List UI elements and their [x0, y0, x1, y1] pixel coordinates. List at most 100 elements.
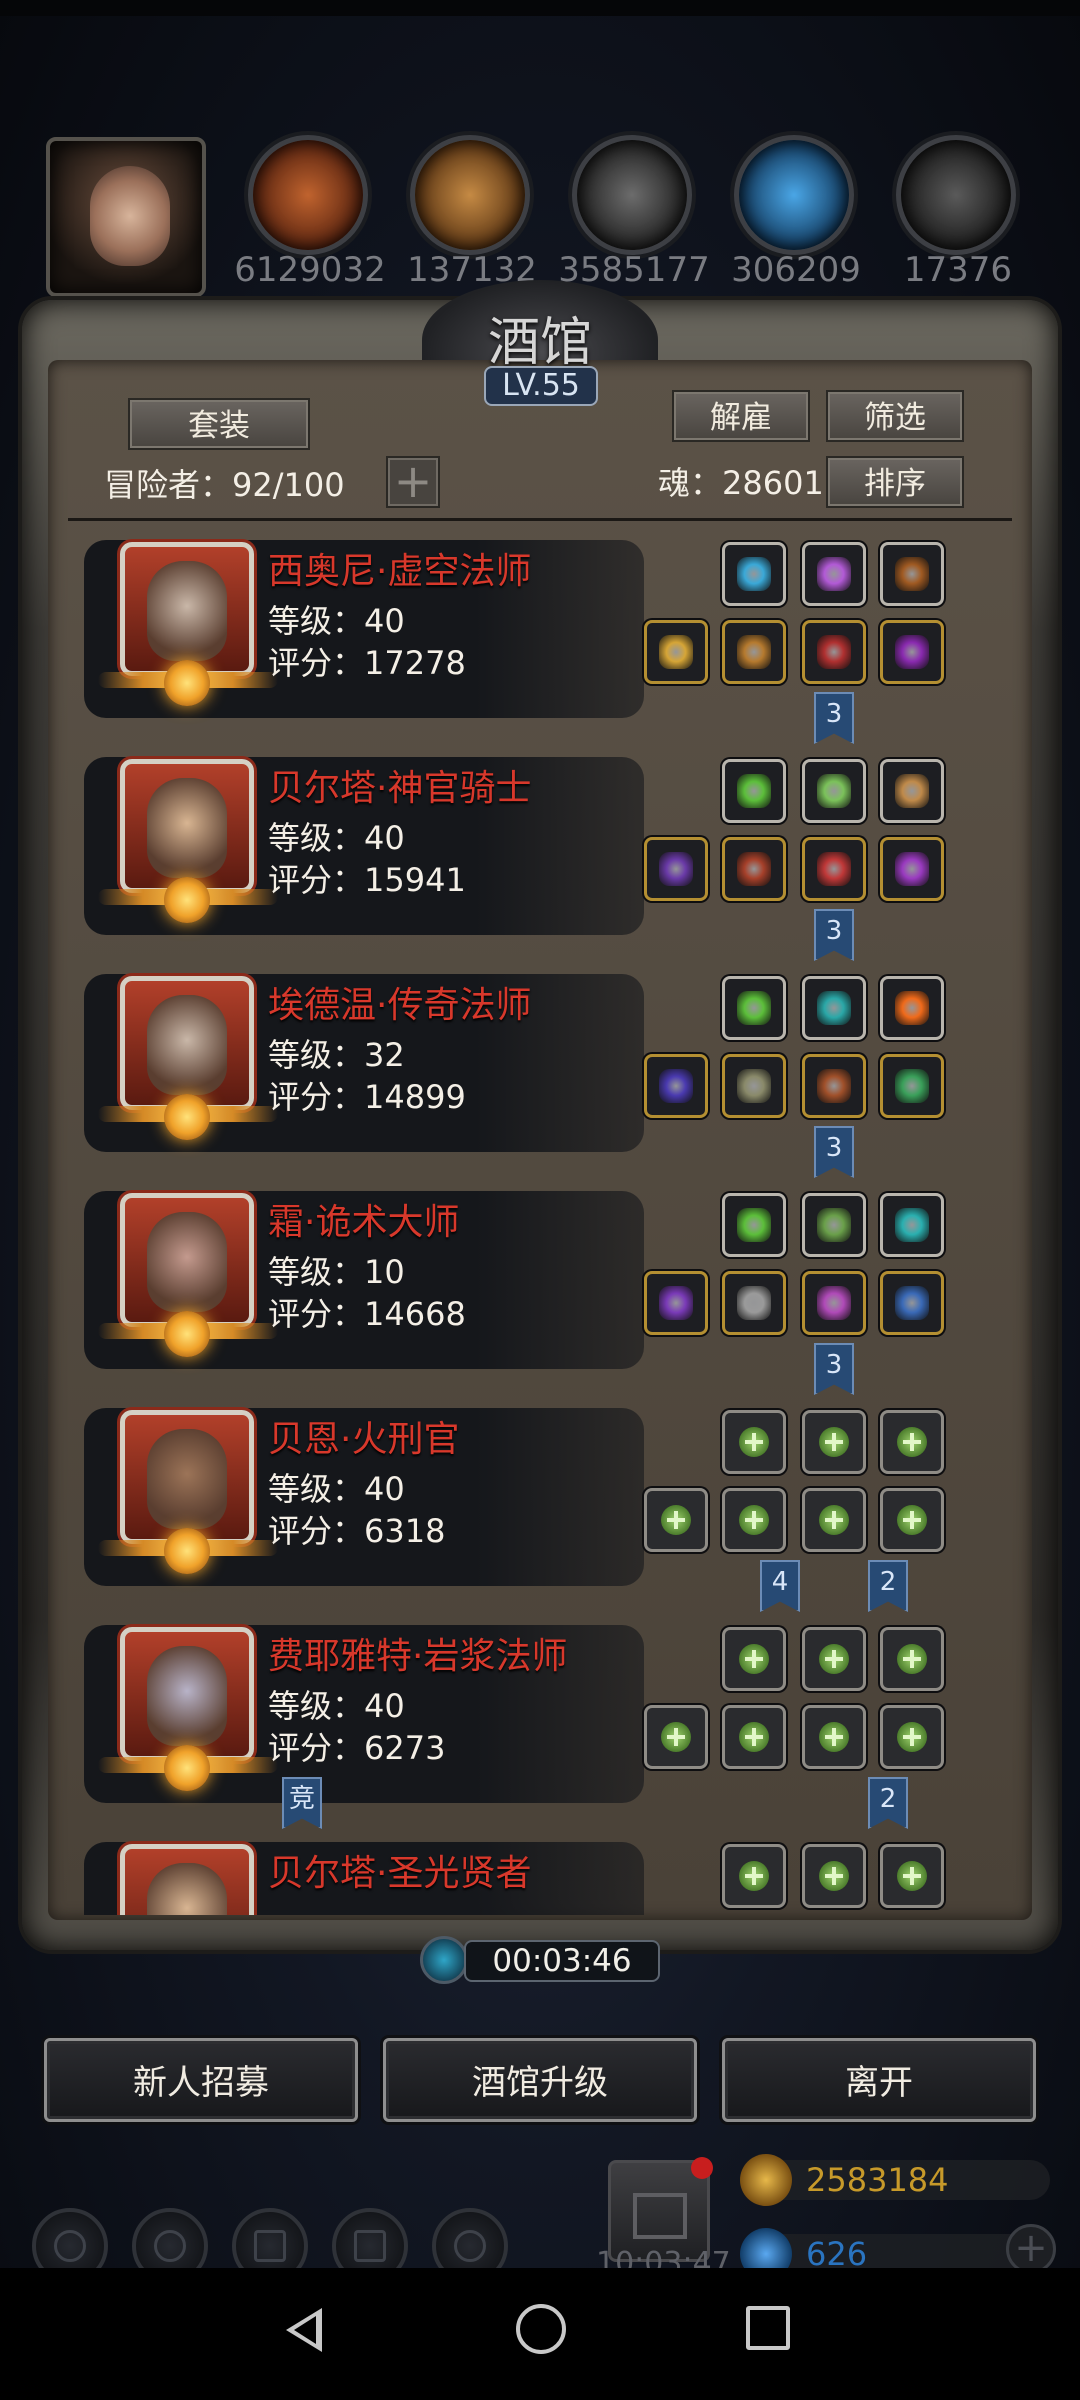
equipment-slot[interactable]	[802, 620, 866, 684]
item-icon	[737, 852, 771, 886]
hero-list[interactable]: 西奥尼·虚空法师 等级：40 评分：17278 3 贝尔塔·神官骑士 等级：40 评分：15…	[72, 530, 1022, 1915]
hero-portrait[interactable]	[120, 1410, 254, 1544]
equipment-slot[interactable]	[880, 976, 944, 1040]
hero-portrait[interactable]	[120, 1193, 254, 1327]
empty-equipment-slot[interactable]	[802, 1627, 866, 1691]
add-icon	[897, 1644, 927, 1674]
sort-button[interactable]: 排序	[826, 456, 964, 508]
equipment-slot[interactable]	[644, 1054, 708, 1118]
equipment-slot[interactable]	[722, 1271, 786, 1335]
item-icon	[817, 852, 851, 886]
equipment-slot[interactable]	[880, 542, 944, 606]
equipment-slot[interactable]	[880, 620, 944, 684]
timer-value: 00:03:46	[464, 1940, 660, 1982]
equipment-slot[interactable]	[722, 759, 786, 823]
equipment-slot[interactable]	[644, 620, 708, 684]
equipment-slot[interactable]	[880, 1054, 944, 1118]
home-icon[interactable]	[516, 2304, 566, 2354]
hero-portrait[interactable]	[120, 759, 254, 893]
empty-equipment-slot[interactable]	[722, 1705, 786, 1769]
add-icon	[897, 1505, 927, 1535]
hero-portrait[interactable]	[120, 1627, 254, 1761]
equipment-slot[interactable]	[880, 837, 944, 901]
equipment-slot[interactable]	[644, 837, 708, 901]
hero-name: 西奥尼·虚空法师	[268, 551, 532, 592]
equipment-slot[interactable]	[802, 837, 866, 901]
empty-equipment-slot[interactable]	[644, 1705, 708, 1769]
equipment-slot[interactable]	[722, 976, 786, 1040]
hero-level: 等级：32	[268, 1036, 405, 1074]
item-icon	[737, 1286, 771, 1320]
empty-equipment-slot[interactable]	[644, 1488, 708, 1552]
item-icon	[895, 1286, 929, 1320]
recent-apps-icon[interactable]	[746, 2306, 790, 2350]
hero-card[interactable]: 埃德温·传奇法师 等级：32 评分：14899 3	[72, 964, 1022, 1178]
equipment-slot[interactable]	[644, 1271, 708, 1335]
empty-equipment-slot[interactable]	[722, 1410, 786, 1474]
equipment-slot[interactable]	[802, 1054, 866, 1118]
empty-equipment-slot[interactable]	[880, 1705, 944, 1769]
item-icon	[895, 774, 929, 808]
wood-icon	[410, 135, 530, 255]
empty-equipment-slot[interactable]	[802, 1410, 866, 1474]
hero-portrait[interactable]	[120, 976, 254, 1110]
equipment-slot[interactable]	[722, 542, 786, 606]
empty-equipment-slot[interactable]	[722, 1844, 786, 1908]
item-icon	[737, 1069, 771, 1103]
equipment-slot[interactable]	[802, 1271, 866, 1335]
item-icon	[895, 991, 929, 1025]
add-currency-button[interactable]: +	[1006, 2224, 1056, 2274]
empty-equipment-slot[interactable]	[880, 1410, 944, 1474]
item-icon	[659, 852, 693, 886]
hero-portrait[interactable]	[120, 1844, 254, 1915]
item-icon	[737, 991, 771, 1025]
hero-card[interactable]: 贝尔塔·神官骑士 等级：40 评分：15941 3	[72, 747, 1022, 961]
equipment-slot[interactable]	[802, 759, 866, 823]
equipment-slot[interactable]	[880, 1271, 944, 1335]
back-icon[interactable]	[286, 2308, 322, 2352]
hero-card[interactable]: 贝尔塔·圣光贤者	[72, 1832, 1022, 1915]
hero-card[interactable]: 西奥尼·虚空法师 等级：40 评分：17278 3	[72, 530, 1022, 744]
empty-equipment-slot[interactable]	[802, 1844, 866, 1908]
equipment-slot[interactable]	[722, 837, 786, 901]
hero-card[interactable]: 贝恩·火刑官 等级：40 评分：6318 4 2	[72, 1398, 1022, 1612]
gold-value: 2583184	[806, 2161, 949, 2199]
add-capacity-button[interactable]: +	[386, 456, 440, 508]
hero-card[interactable]: 费耶雅特·岩浆法师 等级：40 评分：6273 竞 2	[72, 1615, 1022, 1829]
hero-card[interactable]: 霜·诡术大师 等级：10 评分：14668 3	[72, 1181, 1022, 1395]
empty-equipment-slot[interactable]	[880, 1627, 944, 1691]
rank-badge: 3	[814, 909, 854, 961]
equipment-slot[interactable]	[722, 620, 786, 684]
resource-meat-value: 6129032	[234, 250, 386, 290]
empty-equipment-slot[interactable]	[880, 1844, 944, 1908]
stone-icon	[572, 135, 692, 255]
item-icon	[737, 1208, 771, 1242]
equipment-slot[interactable]	[802, 1193, 866, 1257]
set-button[interactable]: 套装	[128, 398, 310, 450]
leave-button[interactable]: 离开	[722, 2038, 1036, 2122]
recruit-button[interactable]: 新人招募	[44, 2038, 358, 2122]
equipment-slot[interactable]	[802, 976, 866, 1040]
hero-portrait[interactable]	[120, 542, 254, 676]
item-icon	[817, 1208, 851, 1242]
upgrade-tavern-button[interactable]: 酒馆升级	[383, 2038, 697, 2122]
equipment-slot[interactable]	[722, 1193, 786, 1257]
equipment-slot[interactable]	[880, 1193, 944, 1257]
player-avatar[interactable]	[46, 137, 206, 297]
refresh-timer: 00:03:46	[420, 1936, 660, 1986]
empty-equipment-slot[interactable]	[802, 1488, 866, 1552]
tavern-panel: 酒馆 LV.55 套装 解雇 筛选 冒险者：92/100 + 魂：28601 排…	[22, 280, 1058, 1950]
add-icon	[739, 1427, 769, 1457]
dismiss-button[interactable]: 解雇	[672, 390, 810, 442]
hero-level: 等级：40	[268, 1687, 405, 1725]
equipment-slot[interactable]	[802, 542, 866, 606]
equipment-slot[interactable]	[722, 1054, 786, 1118]
empty-equipment-slot[interactable]	[802, 1705, 866, 1769]
item-icon	[659, 635, 693, 669]
empty-equipment-slot[interactable]	[722, 1488, 786, 1552]
filter-button[interactable]: 筛选	[826, 390, 964, 442]
item-icon	[817, 557, 851, 591]
empty-equipment-slot[interactable]	[722, 1627, 786, 1691]
empty-equipment-slot[interactable]	[880, 1488, 944, 1552]
equipment-slot[interactable]	[880, 759, 944, 823]
